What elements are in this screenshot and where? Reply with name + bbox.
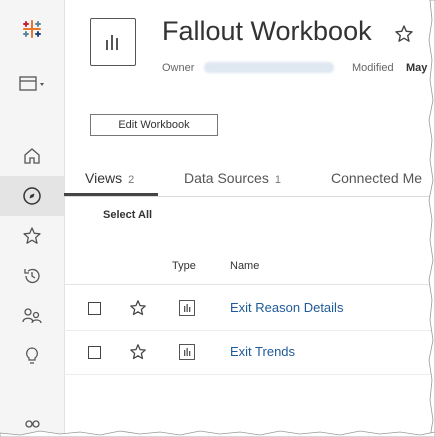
- explore-icon[interactable]: [0, 186, 64, 206]
- content-type-menu-icon[interactable]: [0, 74, 64, 94]
- view-type-icon: [179, 300, 195, 321]
- row-checkbox[interactable]: [88, 302, 101, 315]
- view-type-icon: [179, 344, 195, 365]
- workbook-thumbnail[interactable]: [90, 18, 136, 66]
- home-icon[interactable]: [0, 146, 64, 166]
- torn-edge-bottom: [0, 430, 435, 437]
- tab-data-sources[interactable]: Data Sources 1: [184, 170, 281, 186]
- modified-label: Modified: [352, 62, 394, 74]
- favorites-icon[interactable]: [0, 226, 64, 246]
- tab-views-label: Views: [85, 170, 123, 186]
- header-divider: [64, 284, 435, 285]
- table-row[interactable]: Exit Trends: [64, 330, 435, 374]
- column-header-type[interactable]: Type: [172, 260, 196, 272]
- modified-value: May: [406, 62, 428, 74]
- table-row[interactable]: Exit Reason Details: [64, 286, 435, 330]
- torn-edge-right: [428, 0, 435, 437]
- tab-connected-metrics-label: Connected Me: [331, 170, 423, 186]
- tab-views-count: 2: [128, 174, 135, 186]
- tab-data-sources-label: Data Sources: [184, 170, 269, 186]
- tab-views[interactable]: Views 2: [85, 170, 134, 186]
- shared-with-me-icon[interactable]: [0, 306, 64, 326]
- row-name-link[interactable]: Exit Reason Details: [230, 300, 343, 315]
- favorite-star-icon[interactable]: [394, 24, 414, 49]
- row-favorite-star-icon[interactable]: [129, 343, 147, 366]
- tab-connected-metrics[interactable]: Connected Me: [331, 170, 422, 186]
- tab-data-sources-count: 1: [274, 174, 281, 186]
- owner-label: Owner: [162, 62, 195, 74]
- edit-workbook-button[interactable]: Edit Workbook: [90, 114, 218, 136]
- bar-chart-icon: [106, 35, 118, 50]
- row-name-link[interactable]: Exit Trends: [230, 344, 295, 359]
- recents-icon[interactable]: [0, 266, 64, 286]
- row-checkbox[interactable]: [88, 346, 101, 359]
- row-divider: [64, 374, 435, 375]
- main-content: Fallout Workbook Owner Modified May Edit…: [64, 0, 435, 437]
- owner-value-redacted[interactable]: [204, 62, 334, 73]
- row-favorite-star-icon[interactable]: [129, 299, 147, 322]
- active-tab-indicator: [64, 193, 158, 196]
- page-title: Fallout Workbook: [162, 16, 372, 46]
- sidebar: [0, 0, 65, 437]
- tab-bar: Views 2 Data Sources 1 Connected Me: [64, 162, 435, 197]
- select-all-button[interactable]: Select All: [103, 209, 152, 221]
- recommendations-icon[interactable]: [0, 346, 64, 366]
- tableau-logo-icon[interactable]: [0, 18, 64, 40]
- column-header-name[interactable]: Name: [230, 260, 259, 272]
